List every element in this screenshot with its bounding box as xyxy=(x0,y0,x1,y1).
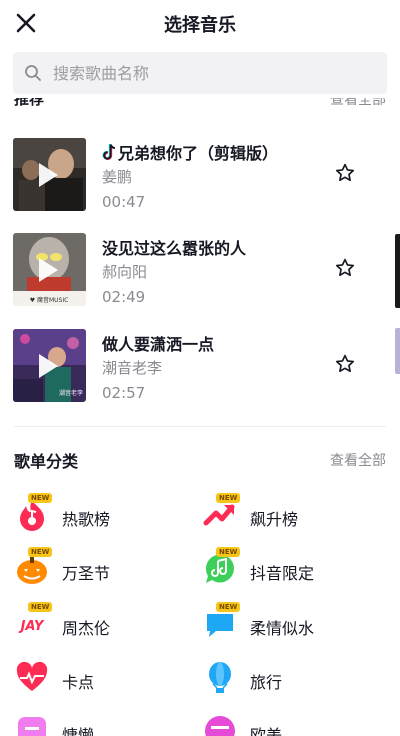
search-input[interactable] xyxy=(53,52,373,94)
category-label: 慵懒 xyxy=(62,726,95,736)
category-item-travel[interactable]: 旅行 xyxy=(202,660,372,700)
category-item-western[interactable]: 欧美 xyxy=(202,713,372,736)
western-icon xyxy=(205,716,235,736)
category-label: 飙升榜 xyxy=(250,510,299,529)
section-divider xyxy=(14,426,386,427)
scroll-indicator xyxy=(395,234,400,308)
page-title: 选择音乐 xyxy=(164,15,236,36)
play-icon[interactable] xyxy=(39,163,58,187)
new-badge: NEW xyxy=(216,547,241,557)
category-item-beat[interactable]: 卡点 xyxy=(14,660,184,700)
cover-text: ♥ 魔音MUSIC xyxy=(30,296,69,304)
category-item-halloween[interactable]: NEW 万圣节 xyxy=(14,547,184,591)
song-item[interactable]: ♥ 魔音MUSIC 没见过这么嚣张的人 郝向阳 02:49 xyxy=(0,233,400,315)
recommend-view-all-link[interactable]: 查看全部 xyxy=(330,98,386,108)
categories-section-title: 歌单分类 xyxy=(14,452,79,471)
search-bar[interactable] xyxy=(13,52,387,94)
category-label: 周杰伦 xyxy=(62,619,111,638)
category-item-rising[interactable]: NEW 飙升榜 xyxy=(202,493,372,537)
song-title: 做人要潇洒一点 xyxy=(102,335,215,354)
song-artist: 郝向阳 xyxy=(102,263,148,281)
song-item[interactable]: 兄弟想你了（剪辑版） 姜鹏 00:47 xyxy=(0,138,400,220)
song-duration: 00:47 xyxy=(102,193,146,211)
favorite-star-icon[interactable] xyxy=(334,257,356,279)
tiktok-note-icon xyxy=(102,144,116,161)
song-cover[interactable]: 潮音老李 xyxy=(13,329,86,402)
recommend-section-header: 推荐 查看全部 xyxy=(0,98,400,108)
heartbeat-icon xyxy=(16,661,48,691)
category-item-tender[interactable]: NEW 柔情似水 xyxy=(202,602,372,646)
song-title: 没见过这么嚣张的人 xyxy=(102,239,247,258)
favorite-star-icon[interactable] xyxy=(334,162,356,184)
category-label: 热歌榜 xyxy=(62,510,111,529)
top-bar: 选择音乐 xyxy=(0,0,400,46)
song-duration: 02:49 xyxy=(102,288,146,306)
scroll-indicator xyxy=(395,328,400,374)
search-icon xyxy=(25,65,41,81)
categories-section-header: 歌单分类 查看全部 xyxy=(0,448,400,474)
categories-view-all-link[interactable]: 查看全部 xyxy=(330,450,386,470)
category-label: 旅行 xyxy=(250,673,283,692)
category-label: 欧美 xyxy=(250,726,283,736)
song-cover[interactable] xyxy=(13,138,86,211)
song-title: 兄弟想你了（剪辑版） xyxy=(118,144,279,163)
category-label: 万圣节 xyxy=(62,564,111,583)
new-badge: NEW xyxy=(28,602,53,612)
category-label: 柔情似水 xyxy=(250,619,315,638)
favorite-star-icon[interactable] xyxy=(334,353,356,375)
song-item[interactable]: 潮音老李 做人要潇洒一点 潮音老李 02:57 xyxy=(0,329,400,411)
song-artist: 潮音老李 xyxy=(102,359,163,377)
svg-text:JAY: JAY xyxy=(18,619,45,634)
balloon-icon xyxy=(209,662,231,693)
category-item-lazy[interactable]: 慵懒 xyxy=(14,713,184,736)
play-icon[interactable] xyxy=(39,354,58,378)
new-badge: NEW xyxy=(216,602,241,612)
recommend-section-title: 推荐 xyxy=(14,98,45,108)
category-item-douyin-limited[interactable]: NEW 抖音限定 xyxy=(202,547,372,591)
lazy-icon xyxy=(18,717,46,736)
song-cover[interactable]: ♥ 魔音MUSIC xyxy=(13,233,86,306)
category-label: 卡点 xyxy=(62,673,95,692)
cover-text: 潮音老李 xyxy=(59,389,83,397)
song-artist: 姜鹏 xyxy=(102,168,133,186)
category-label: 抖音限定 xyxy=(250,564,315,583)
new-badge: NEW xyxy=(28,547,53,557)
category-item-hot-songs[interactable]: NEW 热歌榜 xyxy=(14,493,184,537)
category-item-jay[interactable]: JAY NEW 周杰伦 xyxy=(14,602,184,646)
song-title-row: 兄弟想你了（剪辑版） xyxy=(102,140,278,164)
new-badge: NEW xyxy=(28,493,53,503)
song-duration: 02:57 xyxy=(102,384,146,402)
play-icon[interactable] xyxy=(39,258,58,282)
new-badge: NEW xyxy=(216,493,241,503)
